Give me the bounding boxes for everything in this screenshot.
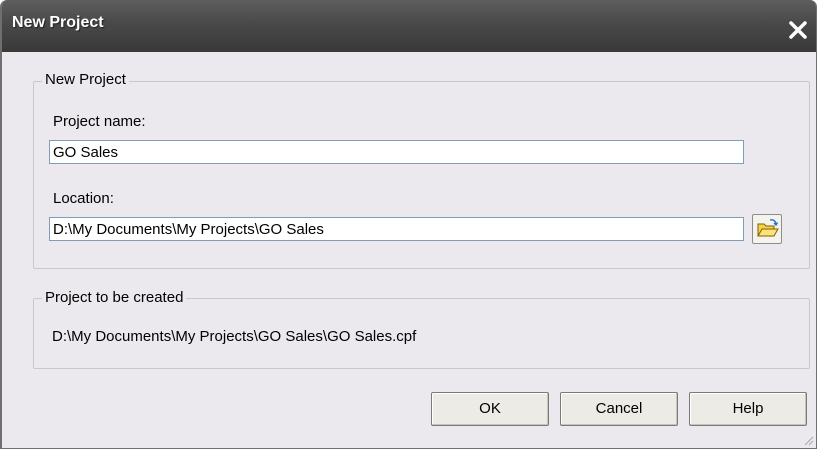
ok-button[interactable]: OK <box>431 392 549 426</box>
new-project-dialog: New Project New Project Project name: Lo… <box>0 0 817 449</box>
project-to-be-created-legend: Project to be created <box>42 289 187 306</box>
project-name-input[interactable] <box>49 140 744 164</box>
project-name-label: Project name: <box>53 113 146 130</box>
close-icon <box>789 21 807 39</box>
cancel-button[interactable]: Cancel <box>560 392 678 426</box>
folder-open-icon <box>757 219 779 237</box>
location-label: Location: <box>53 190 114 207</box>
close-button[interactable] <box>782 14 814 46</box>
new-project-group-legend: New Project <box>42 71 129 88</box>
resize-grip-icon[interactable] <box>802 434 814 446</box>
dialog-title: New Project <box>12 14 104 31</box>
browse-location-button[interactable] <box>752 214 782 244</box>
help-button[interactable]: Help <box>689 392 807 426</box>
project-path-text: D:\My Documents\My Projects\GO Sales\GO … <box>52 328 417 345</box>
location-input[interactable] <box>49 217 744 241</box>
title-bar[interactable]: New Project <box>2 0 816 52</box>
